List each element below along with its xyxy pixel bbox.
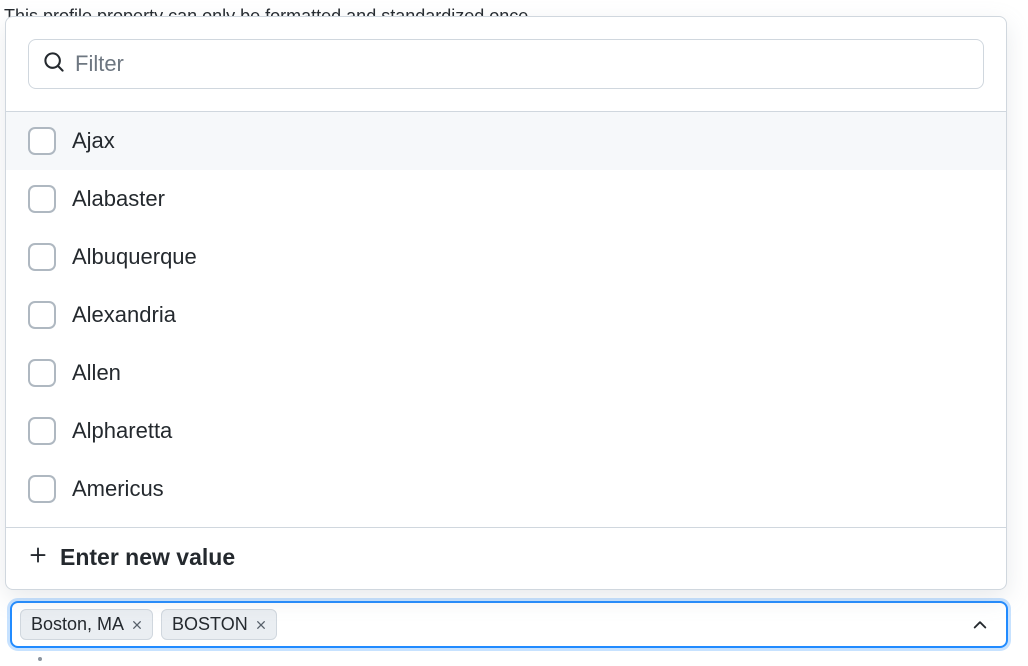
option-item[interactable]: Albuquerque [6, 228, 1006, 286]
chip-label: Boston, MA [31, 614, 124, 635]
option-label: Alexandria [72, 302, 176, 328]
dropdown-panel: Ajax Alabaster Albuquerque Alexandria Al… [5, 16, 1007, 590]
option-label: Allen [72, 360, 121, 386]
option-list[interactable]: Ajax Alabaster Albuquerque Alexandria Al… [6, 111, 1006, 527]
checkbox[interactable] [28, 127, 56, 155]
option-item[interactable]: Allen [6, 344, 1006, 402]
option-item[interactable]: Alpharetta [6, 402, 1006, 460]
option-item[interactable]: Alexandria [6, 286, 1006, 344]
filter-input[interactable] [75, 51, 969, 77]
checkbox[interactable] [28, 359, 56, 387]
option-label: Albuquerque [72, 244, 197, 270]
plus-icon [28, 544, 60, 571]
chip: Boston, MA [20, 609, 153, 640]
filter-input-wrapper[interactable] [28, 39, 984, 89]
option-label: Americus [72, 476, 164, 502]
search-icon [43, 51, 65, 78]
chip-remove-icon[interactable] [254, 618, 268, 632]
chip: BOSTON [161, 609, 277, 640]
chevron-up-icon[interactable] [970, 615, 990, 635]
chip-remove-icon[interactable] [130, 618, 144, 632]
option-label: Ajax [72, 128, 115, 154]
filter-area [6, 17, 1006, 111]
chip-label: BOSTON [172, 614, 248, 635]
enter-new-value-button[interactable]: Enter new value [6, 527, 1006, 589]
checkbox[interactable] [28, 185, 56, 213]
checkbox[interactable] [28, 475, 56, 503]
multi-select-input[interactable]: Boston, MA BOSTON [10, 601, 1008, 648]
option-item[interactable]: Ajax [6, 112, 1006, 170]
bullet-icon [38, 657, 42, 661]
enter-new-label: Enter new value [60, 544, 235, 571]
option-label: Alabaster [72, 186, 165, 212]
checkbox[interactable] [28, 301, 56, 329]
option-label: Alpharetta [72, 418, 172, 444]
option-item[interactable]: Alabaster [6, 170, 1006, 228]
checkbox[interactable] [28, 417, 56, 445]
checkbox[interactable] [28, 243, 56, 271]
option-item[interactable]: Americus [6, 460, 1006, 518]
